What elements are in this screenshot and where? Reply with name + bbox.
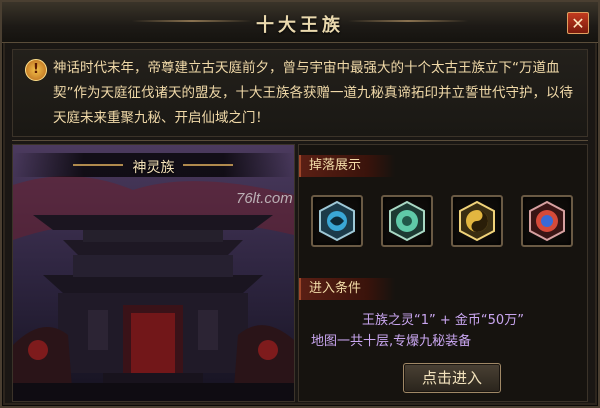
blue-orb-icon xyxy=(319,200,355,242)
jade-orb-icon xyxy=(389,200,425,242)
watermark: 76lt.com xyxy=(236,190,293,207)
conditions-section-label: 进入条件 xyxy=(299,278,395,300)
entry-cost-text: 王族之灵“1” + 金币“50万” xyxy=(362,313,524,328)
map-info-text: 地图一共十层,专爆九秘装备 xyxy=(311,334,472,349)
intro-text: 神话时代末年，帝尊建立古天庭前夕，曾与宇宙中最强大的十个太古王族立下“万道血契”… xyxy=(53,60,573,126)
drop-item-slot[interactable] xyxy=(521,195,573,247)
title-bar: 十大王族 ✕ xyxy=(2,2,598,43)
royal-clans-window: 十大王族 ✕ ! 神话时代末年，帝尊建立古天庭前夕，曾与宇宙中最强大的十个太古王… xyxy=(0,0,600,408)
window-title: 十大王族 xyxy=(256,15,344,36)
drop-items xyxy=(309,187,579,267)
close-button[interactable]: ✕ xyxy=(567,12,589,34)
drop-item-slot[interactable] xyxy=(311,195,363,247)
side-panel: 掉落展示 进入条件 王族之灵“1” + 金币“50万” 地图一共十层,专爆九秘装… xyxy=(298,144,588,402)
scene-image: 神灵族 xyxy=(12,144,295,402)
palace-illustration xyxy=(13,145,294,401)
enter-button[interactable]: 点击进入 xyxy=(403,363,501,393)
gold-yinyang-icon xyxy=(459,200,495,242)
drop-item-slot[interactable] xyxy=(451,195,503,247)
exclamation-icon: ! xyxy=(25,59,47,81)
scene-name: 神灵族 xyxy=(132,160,175,176)
intro-panel: ! 神话时代末年，帝尊建立古天庭前夕，曾与宇宙中最强大的十个太古王族立下“万道血… xyxy=(12,49,588,137)
red-orb-icon xyxy=(529,200,565,242)
drop-item-slot[interactable] xyxy=(381,195,433,247)
divider xyxy=(12,140,588,141)
drops-section-label: 掉落展示 xyxy=(299,155,395,177)
